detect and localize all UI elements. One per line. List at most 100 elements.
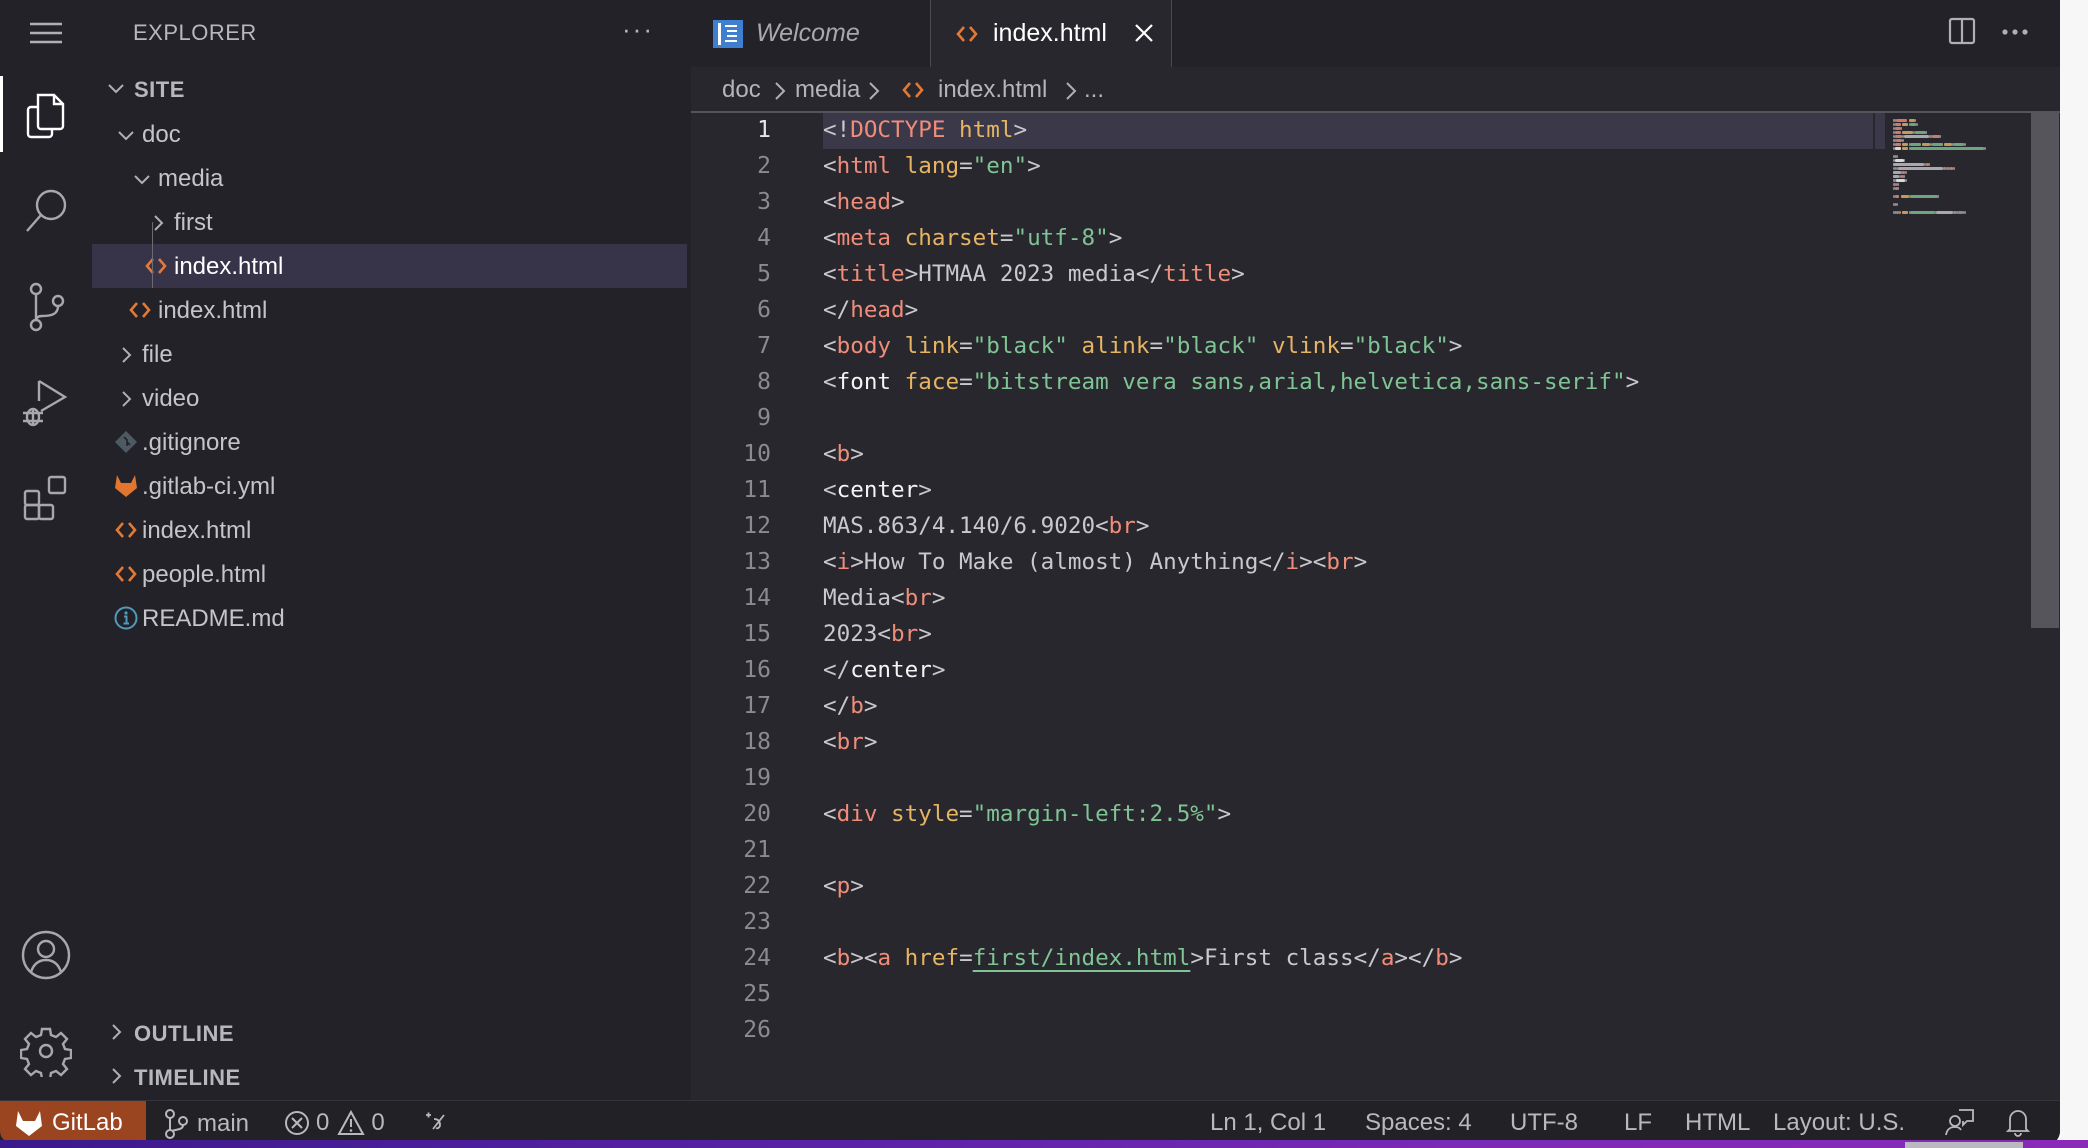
minimap-segment — [1910, 195, 1938, 198]
code-token: >< — [1299, 549, 1327, 575]
code-token: face — [904, 369, 960, 395]
activity-accounts[interactable] — [0, 910, 92, 1000]
code-token: = — [1339, 333, 1354, 359]
language-mode[interactable]: HTML — [1685, 1109, 1750, 1137]
line-number: 9 — [757, 405, 771, 431]
code-token: HTMAA 2023 media — [918, 261, 1136, 287]
split-editor-icon[interactable] — [1948, 16, 1976, 46]
section-site[interactable]: SITE — [92, 70, 691, 110]
minimap[interactable] — [1875, 113, 2033, 1100]
tree-folder[interactable]: file — [92, 332, 687, 376]
minimap-segment — [1903, 135, 1929, 138]
code-text: <html lang="en"> — [823, 153, 1041, 179]
code-line: 11 <center> — [691, 473, 1871, 509]
tree-folder[interactable]: first — [92, 200, 687, 244]
code-token: br — [891, 621, 919, 647]
tree-file[interactable]: .gitignore — [92, 420, 687, 464]
code-text: </b> — [823, 693, 877, 719]
code-editor[interactable]: 1 <!DOCTYPE html> 2 <html lang="en"> 3 <head>… — [691, 113, 2060, 1100]
cursor-position[interactable]: Ln 1, Col 1 — [1210, 1109, 1326, 1137]
code-token: > — [1231, 261, 1245, 287]
line-number: 1 — [757, 117, 771, 143]
activity-manage[interactable] — [0, 1006, 92, 1096]
tree-folder[interactable]: media — [92, 156, 687, 200]
code-line: 21 — [691, 833, 1871, 869]
code-line: 18 <br> — [691, 725, 1871, 761]
section-outline[interactable]: OUTLINE — [92, 1014, 691, 1054]
section-timeline[interactable]: TIMELINE — [92, 1058, 691, 1098]
tree-file[interactable]: index.html — [92, 244, 687, 288]
notifications-button[interactable] — [2005, 1107, 2031, 1137]
minimap-segment — [1931, 143, 1943, 146]
tree-file[interactable]: index.html — [92, 508, 687, 552]
activity-explorer[interactable] — [0, 70, 92, 160]
minimap-segment — [1894, 143, 1901, 146]
code-token: First class — [1203, 945, 1354, 971]
line-number: 21 — [743, 837, 771, 863]
minimap-segment — [1914, 131, 1926, 134]
code-token: < — [823, 729, 837, 755]
code-token: first/index.html — [972, 945, 1191, 971]
tab-index-html[interactable]: index.html — [930, 0, 1172, 67]
keyboard-layout[interactable]: Layout: U.S. — [1773, 1109, 1905, 1137]
encoding[interactable]: UTF-8 — [1510, 1109, 1578, 1137]
code-line: 15 2023<br> — [691, 617, 1871, 653]
line-number: 15 — [743, 621, 771, 647]
code-text: <p> — [823, 873, 864, 899]
activity-search[interactable] — [0, 166, 92, 256]
minimap-segment — [1910, 211, 1935, 214]
html-file-icon — [115, 522, 137, 538]
tab-welcome[interactable]: Welcome — [691, 0, 930, 67]
branch-indicator[interactable]: main — [164, 1109, 249, 1139]
explorer-more-actions-button[interactable]: ··· — [622, 14, 654, 45]
gitlab-remote-button[interactable]: GitLab — [0, 1101, 146, 1143]
activity-source-control[interactable] — [0, 262, 92, 352]
code-token: > — [850, 549, 864, 575]
code-token: > — [904, 261, 919, 287]
code-token: "black" — [1163, 333, 1259, 359]
code-line: 25 — [691, 977, 1871, 1013]
more-actions-icon[interactable] — [2001, 28, 2029, 36]
code-token: body — [836, 333, 892, 359]
code-line: 7 <body link="black" alink="black" vlink=… — [691, 329, 1871, 365]
activity-run-debug[interactable] — [0, 358, 92, 448]
code-line: 9 — [691, 401, 1871, 437]
feedback-button[interactable] — [1945, 1107, 1975, 1137]
minimap-segment — [1910, 147, 1985, 150]
tree-file[interactable]: .gitlab-ci.yml — [92, 464, 687, 508]
menu-button[interactable] — [0, 0, 92, 78]
problems-indicator[interactable]: 0 0 — [284, 1109, 385, 1137]
minimap-segment — [1902, 139, 1904, 142]
line-number: 24 — [743, 945, 771, 971]
minimap-segment — [1936, 211, 1954, 214]
tree-file[interactable]: index.html — [92, 288, 687, 332]
gear-icon — [20, 1027, 72, 1077]
activity-extensions[interactable] — [0, 454, 92, 544]
breadcrumb-media[interactable]: media — [795, 76, 860, 104]
tree-file[interactable]: README.md — [92, 596, 687, 640]
end-of-line[interactable]: LF — [1624, 1109, 1652, 1137]
tree-file[interactable]: people.html — [92, 552, 687, 596]
code-token: br — [1326, 549, 1354, 575]
line-number: 10 — [743, 441, 771, 467]
tree-folder[interactable]: doc — [92, 112, 687, 156]
indentation[interactable]: Spaces: 4 — [1365, 1109, 1472, 1137]
minimap-segment — [1896, 203, 1898, 206]
minimap-segment — [1894, 131, 1901, 134]
breadcrumb-doc[interactable]: doc — [722, 76, 761, 104]
code-line: 12 MAS.863/4.140/6.9020<br> — [691, 509, 1871, 545]
code-line: 26 — [691, 1013, 1871, 1049]
html-file-icon — [145, 258, 167, 274]
tree-item-label: README.md — [142, 605, 285, 632]
vertical-scrollbar[interactable] — [2031, 113, 2059, 628]
code-token: head — [850, 297, 905, 323]
tree-folder[interactable]: video — [92, 376, 687, 420]
code-token: b — [836, 945, 851, 971]
live-share-button[interactable] — [424, 1109, 448, 1133]
breadcrumb-file[interactable]: index.html — [938, 76, 1047, 104]
tree-item-label: .gitignore — [142, 429, 241, 456]
breadcrumb-symbols[interactable]: ... — [1084, 76, 1104, 104]
minimap-segment — [1916, 123, 1918, 126]
line-number: 22 — [743, 873, 771, 899]
close-icon[interactable] — [1133, 22, 1155, 44]
